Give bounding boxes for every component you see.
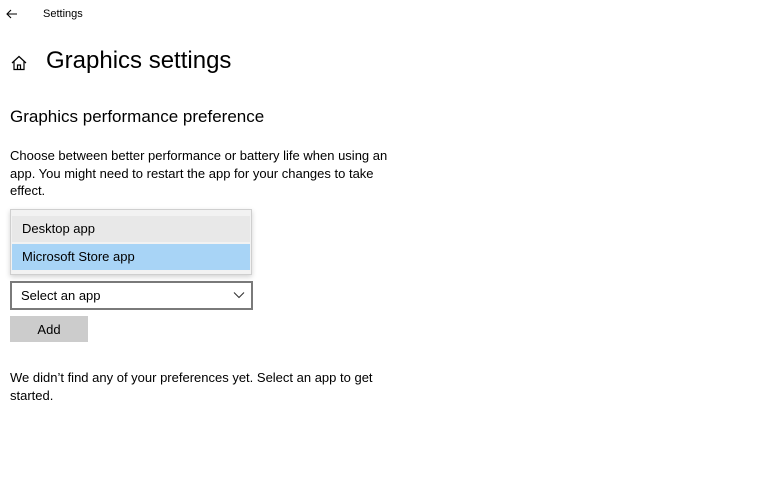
home-button[interactable] — [10, 54, 28, 72]
dropdown-option-desktop-app[interactable]: Desktop app — [12, 216, 250, 242]
home-icon — [11, 55, 27, 71]
empty-state-message: We didn’t find any of your preferences y… — [10, 370, 373, 403]
section-heading: Graphics performance preference — [10, 107, 265, 126]
title-bar: Settings — [0, 0, 768, 30]
window-title: Settings — [43, 8, 83, 20]
dropdown-option-microsoft-store-app[interactable]: Microsoft Store app — [12, 244, 250, 270]
back-button[interactable] — [4, 6, 20, 22]
section-description: Choose between better performance or bat… — [10, 148, 388, 198]
app-type-dropdown: Desktop app Microsoft Store app — [10, 209, 252, 275]
page-title: Graphics settings — [46, 47, 232, 74]
settings-page: Settings Graphics settings Graphics perf… — [0, 0, 768, 488]
app-select-value: Select an app — [21, 288, 101, 303]
add-button[interactable]: Add — [10, 316, 88, 342]
app-select[interactable]: Select an app — [10, 281, 253, 310]
chevron-down-icon — [233, 292, 245, 299]
back-arrow-icon — [6, 9, 17, 19]
